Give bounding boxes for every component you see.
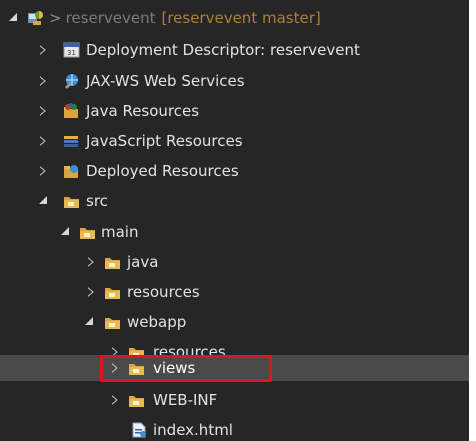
tree-item-label: views [153,359,196,377]
tree-item-web-inf[interactable]: WEB-INF [0,386,469,414]
tree-item-label: main [101,223,139,241]
tree-item-java-resources[interactable]: Java Resources [0,97,469,125]
tree-item-label: JavaScript Resources [86,132,243,150]
folder-icon [128,392,145,408]
folder-icon [79,224,96,240]
expand-arrow-icon[interactable] [83,308,97,336]
project-branch: [reservevent master] [161,9,321,27]
tree-item-label: Java Resources [86,102,200,120]
tree-item-java[interactable]: java [0,248,469,276]
tree-item-deployment-descriptor[interactable]: 31 Deployment Descriptor: reservevent [0,36,469,64]
tree-item-label: Deployment Descriptor: reservevent [86,41,360,59]
tree-item-src[interactable]: src [0,187,469,215]
tree-item-deployed-resources[interactable]: Deployed Resources [0,157,469,185]
project-prefix: > [49,9,62,27]
expand-arrow-icon[interactable] [37,127,51,155]
tree-item-label: webapp [127,313,187,331]
tree-item-label: java [127,253,159,271]
tree-item-resources[interactable]: resources [0,278,469,306]
tree-item-label: resources [127,283,200,301]
tree-item-views[interactable]: views [0,355,469,381]
folder-icon [104,284,121,300]
tree-item-main[interactable]: main [0,218,469,246]
expand-arrow-icon[interactable] [37,97,51,125]
tree-item-label: index.html [153,421,233,439]
expand-arrow-icon[interactable] [37,157,51,185]
folder-icon [104,254,121,270]
tree-item-label: WEB-INF [153,391,218,409]
project-name: reservevent [65,9,156,27]
tree-item-label: src [86,192,108,210]
tree-item-label: JAX-WS Web Services [86,72,245,90]
web-project-icon [27,10,44,26]
tree-item-project-root[interactable]: > reservevent [reservevent master] [0,4,469,32]
tree-item-javascript-resources[interactable]: JavaScript Resources [0,127,469,155]
project-explorer-tree: > reservevent [reservevent master] 31 Depl… [0,0,469,441]
folder-icon [104,314,121,330]
javascript-resources-icon [63,133,80,149]
expand-arrow-icon[interactable] [85,278,99,306]
svg-text:31: 31 [67,49,76,57]
expand-arrow-icon[interactable] [59,218,73,246]
expand-arrow-icon[interactable] [7,4,21,32]
tree-item-jax-ws[interactable]: JAX-WS Web Services [0,67,469,95]
tree-item-index-html[interactable]: index.html [0,416,469,441]
html-file-icon [131,422,148,438]
project-label: > reservevent [reservevent master] [49,4,321,32]
expand-arrow-icon[interactable] [109,354,123,382]
expand-arrow-icon[interactable] [37,67,51,95]
tree-item-webapp[interactable]: webapp [0,308,469,336]
expand-arrow-icon[interactable] [109,386,123,414]
folder-icon [63,193,80,209]
expand-arrow-icon[interactable] [37,36,51,64]
java-resources-icon [63,103,80,119]
folder-icon [128,360,145,376]
web-services-icon [63,73,80,89]
deployed-resources-icon [63,163,80,179]
expand-arrow-icon[interactable] [37,187,51,215]
expand-arrow-icon[interactable] [85,248,99,276]
deployment-descriptor-icon: 31 [63,42,80,58]
right-margin [469,0,476,441]
tree-item-label: Deployed Resources [86,162,239,180]
